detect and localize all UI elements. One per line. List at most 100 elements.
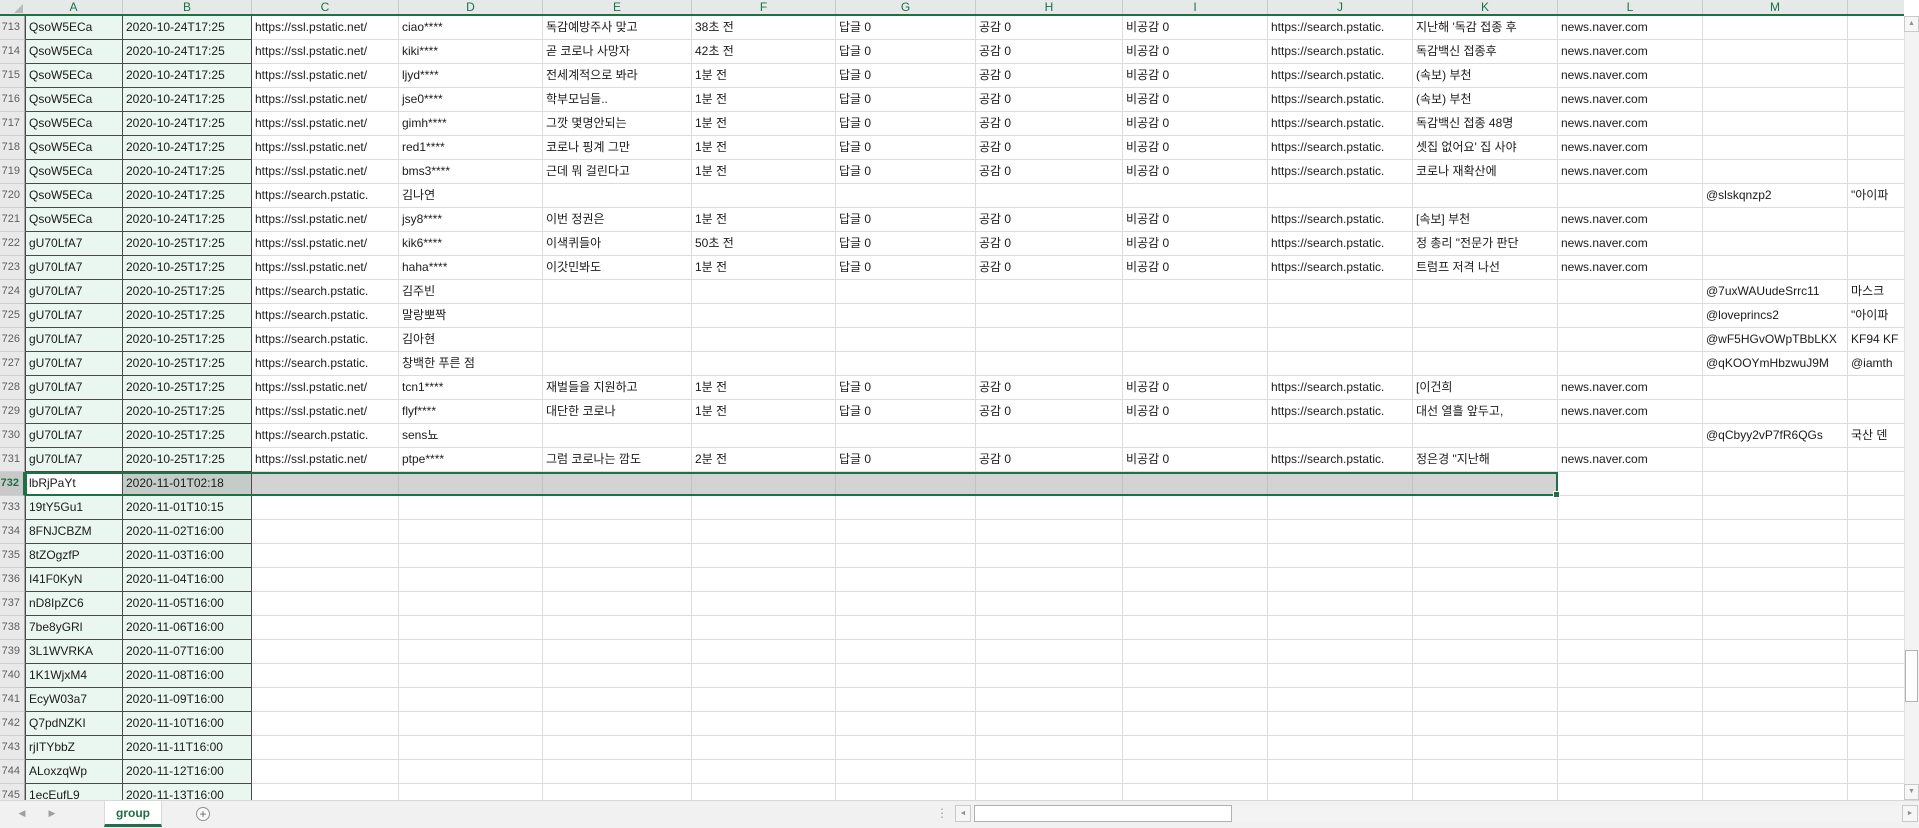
sheet-tab-group[interactable]: group [104, 801, 162, 827]
col-header-K[interactable]: K [1413, 0, 1558, 14]
cell-M727[interactable]: @qKOOYmHbzwuJ9M [1703, 352, 1848, 376]
cell-N737[interactable] [1848, 592, 1904, 616]
col-header-F[interactable]: F [692, 0, 836, 14]
cell-N723[interactable] [1848, 256, 1904, 280]
cell-D722[interactable]: kik6**** [399, 232, 543, 256]
cell-F722[interactable]: 50초 전 [692, 232, 836, 256]
cell-K738[interactable] [1413, 616, 1558, 640]
cell-F744[interactable] [692, 760, 836, 784]
cell-A718[interactable]: QsoW5ECa [25, 136, 123, 160]
cell-C720[interactable]: https://search.pstatic. [252, 184, 399, 208]
cell-K714[interactable]: 독감백신 접종후 [1413, 40, 1558, 64]
cell-I738[interactable] [1123, 616, 1268, 640]
cell-G722[interactable]: 답글 0 [836, 232, 976, 256]
cell-I724[interactable] [1123, 280, 1268, 304]
cell-F729[interactable]: 1분 전 [692, 400, 836, 424]
cell-H731[interactable]: 공감 0 [976, 448, 1123, 472]
cell-C736[interactable] [252, 568, 399, 592]
cell-G744[interactable] [836, 760, 976, 784]
row-header-735[interactable]: 735 [0, 544, 25, 568]
cell-E744[interactable] [543, 760, 692, 784]
cell-G742[interactable] [836, 712, 976, 736]
cell-M724[interactable]: @7uxWAUudeSrrc11 [1703, 280, 1848, 304]
cell-I720[interactable] [1123, 184, 1268, 208]
cell-D715[interactable]: ljyd**** [399, 64, 543, 88]
cell-H718[interactable]: 공감 0 [976, 136, 1123, 160]
cell-E724[interactable] [543, 280, 692, 304]
cell-L730[interactable] [1558, 424, 1703, 448]
cell-L734[interactable] [1558, 520, 1703, 544]
cell-I723[interactable]: 비공감 0 [1123, 256, 1268, 280]
cell-N743[interactable] [1848, 736, 1904, 760]
cell-G723[interactable]: 답글 0 [836, 256, 976, 280]
col-header-G[interactable]: G [836, 0, 976, 14]
cell-B714[interactable]: 2020-10-24T17:25 [123, 40, 252, 64]
row-header-731[interactable]: 731 [0, 448, 25, 472]
cell-M742[interactable] [1703, 712, 1848, 736]
select-all-button[interactable] [0, 0, 26, 14]
cell-F740[interactable] [692, 664, 836, 688]
cell-A714[interactable]: QsoW5ECa [25, 40, 123, 64]
cell-F716[interactable]: 1분 전 [692, 88, 836, 112]
cell-E730[interactable] [543, 424, 692, 448]
row-header-734[interactable]: 734 [0, 520, 25, 544]
cell-D721[interactable]: jsy8**** [399, 208, 543, 232]
row-header-745[interactable]: 745 [0, 784, 25, 800]
cell-N731[interactable] [1848, 448, 1904, 472]
row-header-714[interactable]: 714 [0, 40, 25, 64]
cell-L727[interactable] [1558, 352, 1703, 376]
cell-H743[interactable] [976, 736, 1123, 760]
col-header-D[interactable]: D [399, 0, 543, 14]
cell-N717[interactable] [1848, 112, 1904, 136]
scroll-left-icon[interactable]: ◄ [955, 805, 971, 822]
cell-D732[interactable] [399, 472, 543, 496]
cell-G717[interactable]: 답글 0 [836, 112, 976, 136]
row-header-744[interactable]: 744 [0, 760, 25, 784]
cell-G740[interactable] [836, 664, 976, 688]
cell-G731[interactable]: 답글 0 [836, 448, 976, 472]
cell-N716[interactable] [1848, 88, 1904, 112]
col-header-H[interactable]: H [976, 0, 1123, 14]
cell-L716[interactable]: news.naver.com [1558, 88, 1703, 112]
cell-K739[interactable] [1413, 640, 1558, 664]
cell-N733[interactable] [1848, 496, 1904, 520]
cell-N744[interactable] [1848, 760, 1904, 784]
cell-D729[interactable]: flyf**** [399, 400, 543, 424]
cell-H720[interactable] [976, 184, 1123, 208]
col-header-I[interactable]: I [1123, 0, 1268, 14]
cell-C731[interactable]: https://ssl.pstatic.net/ [252, 448, 399, 472]
cell-J744[interactable] [1268, 760, 1413, 784]
cell-B725[interactable]: 2020-10-25T17:25 [123, 304, 252, 328]
cell-M722[interactable] [1703, 232, 1848, 256]
cell-C714[interactable]: https://ssl.pstatic.net/ [252, 40, 399, 64]
cell-G737[interactable] [836, 592, 976, 616]
cell-I726[interactable] [1123, 328, 1268, 352]
cell-L728[interactable]: news.naver.com [1558, 376, 1703, 400]
cell-L729[interactable]: news.naver.com [1558, 400, 1703, 424]
row-header-739[interactable]: 739 [0, 640, 25, 664]
cell-A713[interactable]: QsoW5ECa [25, 16, 123, 40]
cell-L739[interactable] [1558, 640, 1703, 664]
cell-L741[interactable] [1558, 688, 1703, 712]
cell-F741[interactable] [692, 688, 836, 712]
cell-B716[interactable]: 2020-10-24T17:25 [123, 88, 252, 112]
cell-B739[interactable]: 2020-11-07T16:00 [123, 640, 252, 664]
row-header-738[interactable]: 738 [0, 616, 25, 640]
cell-H727[interactable] [976, 352, 1123, 376]
cell-A717[interactable]: QsoW5ECa [25, 112, 123, 136]
cell-K726[interactable] [1413, 328, 1558, 352]
cell-D730[interactable]: sens뇨 [399, 424, 543, 448]
cell-N715[interactable] [1848, 64, 1904, 88]
cell-B729[interactable]: 2020-10-25T17:25 [123, 400, 252, 424]
cell-C713[interactable]: https://ssl.pstatic.net/ [252, 16, 399, 40]
cell-D726[interactable]: 김아현 [399, 328, 543, 352]
cell-K737[interactable] [1413, 592, 1558, 616]
cell-F718[interactable]: 1분 전 [692, 136, 836, 160]
row-header-721[interactable]: 721 [0, 208, 25, 232]
col-header-C[interactable]: C [252, 0, 399, 14]
cell-L713[interactable]: news.naver.com [1558, 16, 1703, 40]
add-sheet-icon[interactable]: + [196, 807, 210, 821]
cell-N736[interactable] [1848, 568, 1904, 592]
cell-E736[interactable] [543, 568, 692, 592]
cell-L723[interactable]: news.naver.com [1558, 256, 1703, 280]
